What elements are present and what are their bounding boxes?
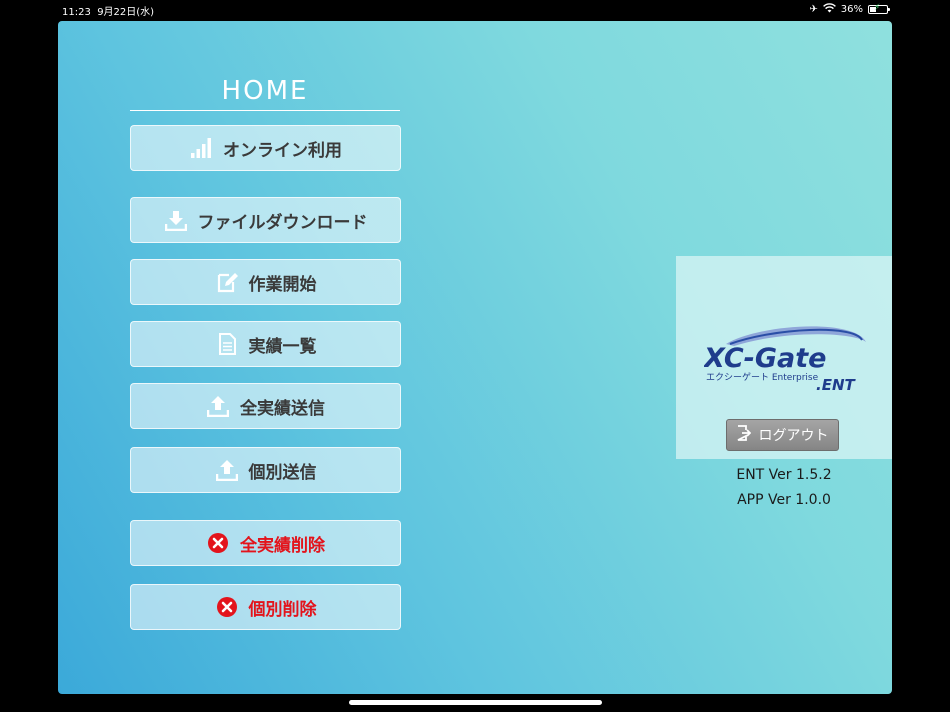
battery-icon: ⚡ (868, 3, 890, 14)
upload-icon (215, 458, 239, 482)
wifi-icon (822, 3, 836, 16)
button-label: ファイルダウンロード (197, 212, 368, 233)
battery-percent: 36% (840, 4, 863, 15)
button-label: 全実績送信 (240, 398, 325, 419)
home-indicator[interactable] (349, 700, 602, 705)
logout-label: ログアウト (758, 428, 829, 444)
button-label: オンライン利用 (223, 140, 342, 161)
send-all-results-button[interactable]: 全実績送信 (130, 383, 401, 429)
edit-icon (215, 270, 239, 294)
title-underline (130, 110, 400, 111)
button-label: 全実績削除 (240, 535, 325, 556)
download-icon (164, 208, 188, 232)
send-individual-button[interactable]: 個別送信 (130, 447, 401, 493)
start-work-button[interactable]: 作業開始 (130, 259, 401, 305)
delete-icon (215, 595, 239, 619)
svg-text:.ENT: .ENT (816, 376, 856, 392)
delete-all-results-button[interactable]: 全実績削除 (130, 520, 401, 566)
delete-individual-button[interactable]: 個別削除 (130, 584, 401, 630)
status-time-date: 11:23 9月22日(水) (62, 7, 155, 18)
signal-icon (189, 136, 213, 160)
button-label: 実績一覧 (248, 336, 317, 357)
logout-icon (737, 425, 751, 445)
button-label: 作業開始 (248, 274, 317, 295)
xc-gate-logo: XC-Gate エクシーゲート Enterprise .ENT (704, 326, 866, 392)
file-download-button[interactable]: ファイルダウンロード (130, 197, 401, 243)
ent-version: ENT Ver 1.5.2 (736, 467, 832, 483)
results-list-button[interactable]: 実績一覧 (130, 321, 401, 367)
svg-text:XC-Gate: XC-Gate (704, 343, 826, 374)
status-bar: 11:23 9月22日(水) ✈ 36% ⚡ (0, 0, 950, 20)
online-use-button[interactable]: オンライン利用 (130, 125, 401, 171)
upload-icon (206, 394, 230, 418)
app-screen: HOME オンライン利用 ファイルダウンロード 作業開始 実績一覧 全実績送信 (58, 21, 892, 694)
app-version: APP Ver 1.0.0 (737, 492, 831, 508)
document-icon (215, 332, 239, 356)
button-label: 個別削除 (248, 599, 317, 620)
charging-icon: ⚡ (874, 3, 881, 13)
svg-text:エクシーゲート Enterprise: エクシーゲート Enterprise (706, 371, 819, 383)
delete-icon (206, 531, 230, 555)
page-title: HOME (221, 76, 309, 106)
side-panel: XC-Gate エクシーゲート Enterprise .ENT ログアウト (676, 256, 892, 459)
status-right: ✈ 36% ⚡ (809, 3, 890, 16)
logout-button[interactable]: ログアウト (726, 419, 839, 451)
airplane-icon: ✈ (809, 4, 818, 15)
button-label: 個別送信 (248, 462, 317, 483)
